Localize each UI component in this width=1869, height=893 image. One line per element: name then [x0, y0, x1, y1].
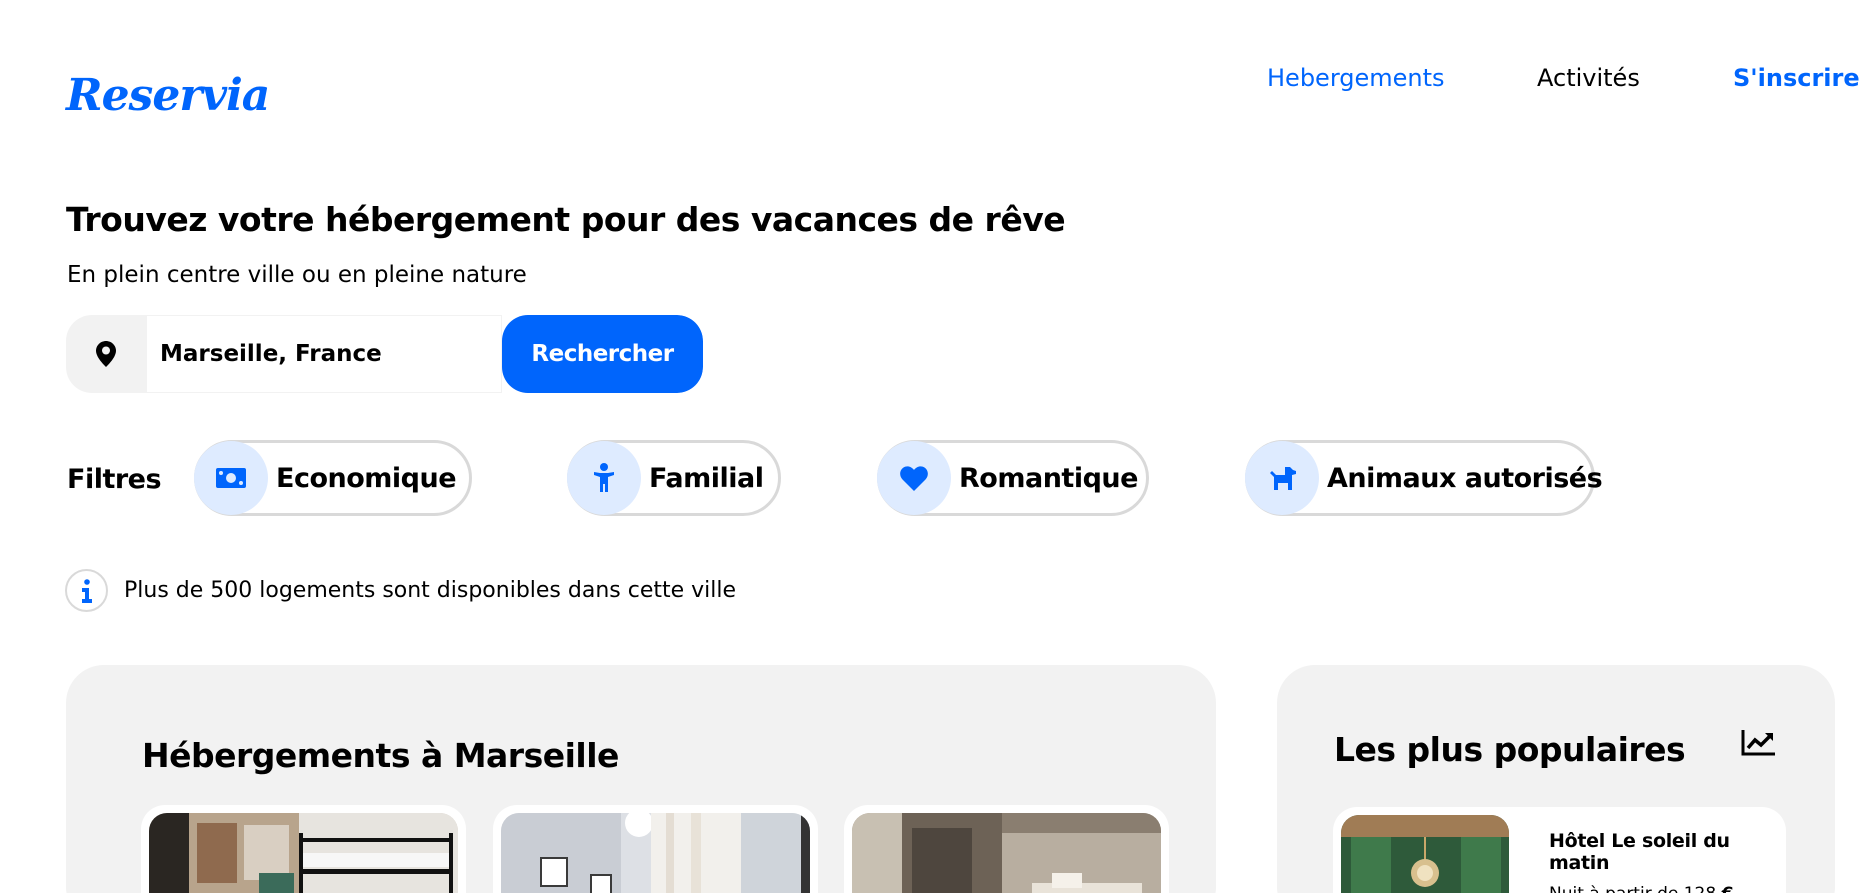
- filter-economique[interactable]: Economique: [194, 440, 472, 516]
- search-input[interactable]: [146, 315, 502, 393]
- info-text: Plus de 500 logements sont disponibles d…: [124, 578, 737, 603]
- nav-hebergements[interactable]: Hebergements: [1267, 64, 1445, 92]
- filter-label: Familial: [649, 462, 764, 494]
- money-icon: [194, 441, 268, 515]
- heart-icon: [877, 441, 951, 515]
- accommodation-card[interactable]: [844, 805, 1169, 893]
- dog-icon: [1245, 441, 1319, 515]
- filter-label: Economique: [276, 462, 457, 494]
- page-title: Trouvez votre hébergement pour des vacan…: [66, 200, 1066, 239]
- popular-hotel-price: Nuit à partir de 128 €: [1549, 884, 1778, 893]
- info-icon: [65, 569, 108, 612]
- bunk-bed-room-photo: [149, 813, 458, 893]
- logo[interactable]: Reservia: [66, 70, 270, 121]
- accommodation-card[interactable]: [493, 805, 818, 893]
- filter-label: Romantique: [959, 462, 1138, 494]
- search-bar: Rechercher: [66, 315, 703, 393]
- child-icon: [567, 441, 641, 515]
- filter-familial[interactable]: Familial: [567, 440, 781, 516]
- search-button[interactable]: Rechercher: [502, 315, 703, 393]
- popular-section: Les plus populaires Hôtel Le soleil du m…: [1277, 665, 1835, 893]
- popular-hotel-name: Hôtel Le soleil du matin: [1549, 830, 1730, 874]
- filter-romantique[interactable]: Romantique: [877, 440, 1149, 516]
- popular-card[interactable]: Hôtel Le soleil du matin Nuit à partir d…: [1333, 807, 1786, 893]
- nav-sinscrire[interactable]: S'inscrire: [1733, 64, 1860, 92]
- page-subtitle: En plein centre ville ou en pleine natur…: [67, 262, 527, 288]
- bright-bedroom-photo: [501, 813, 810, 893]
- hotel-room-photo: [852, 813, 1161, 893]
- accommodation-card[interactable]: [141, 805, 466, 893]
- trending-up-icon: [1741, 728, 1777, 760]
- accommodations-section: Hébergements à Marseille: [66, 665, 1216, 893]
- nav-activites[interactable]: Activités: [1537, 64, 1640, 92]
- info-banner: Plus de 500 logements sont disponibles d…: [65, 569, 736, 612]
- section-title: Les plus populaires: [1334, 730, 1686, 769]
- filter-label: Animaux autorisés: [1327, 462, 1603, 494]
- filters-label: Filtres: [67, 464, 162, 495]
- location-pin-icon: [66, 315, 146, 393]
- section-title: Hébergements à Marseille: [142, 736, 619, 775]
- filter-animaux[interactable]: Animaux autorisés: [1245, 440, 1603, 516]
- hotel-lobby-photo: [1341, 815, 1509, 893]
